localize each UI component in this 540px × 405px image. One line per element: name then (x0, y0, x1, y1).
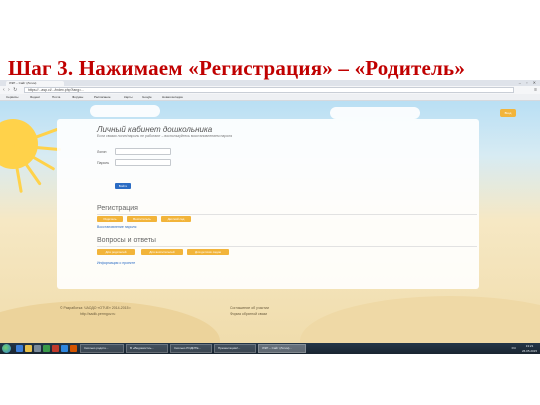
browser-menu-icon[interactable]: ≡ (534, 87, 537, 93)
login-input[interactable] (115, 148, 171, 155)
bookmark-item[interactable]: Сервисы (6, 94, 18, 100)
cloud-decoration (330, 107, 420, 119)
bookmark-item[interactable]: Почта (52, 94, 60, 100)
language-indicator[interactable]: RU (512, 345, 516, 352)
screenshot: ЛЭП – Сайт (Логин) – ▫ ✕ ‹ › ↻ https://.… (0, 80, 540, 354)
register-kindergarten-button[interactable]: Детский сад (161, 216, 191, 222)
registration-heading: Регистрация (97, 205, 138, 212)
divider (97, 214, 477, 215)
register-teacher-button[interactable]: Воспитатель (127, 216, 157, 222)
login-button[interactable]: Вход (500, 109, 516, 117)
web-page: Вход Личный кабинет дошкольника Если свя… (0, 101, 540, 349)
ie-icon[interactable] (16, 345, 23, 352)
login-card: Личный кабинет дошкольника Если связки л… (57, 119, 479, 289)
footer-copyright: © Разработка: ЧАОДО «ОТЧЕ» 2014-2015 г. (60, 306, 132, 310)
taskbar-window-button[interactable]: Презентация2... (214, 344, 256, 353)
faq-kindergartens-button[interactable]: Для детских садов (187, 249, 229, 255)
qa-heading: Вопросы и ответы (97, 237, 156, 244)
clock-date: 26.05.2015 (521, 348, 537, 353)
footer-agreement-link[interactable]: Соглашение об участии (230, 306, 269, 310)
slide-title: Шаг 3. Нажимаем «Регистрация» – «Родител… (8, 56, 466, 80)
start-button-icon[interactable] (2, 344, 11, 353)
password-label: Пароль (97, 161, 110, 165)
taskbar-window-button[interactable]: Сколько РОДИТЕ... (170, 344, 212, 353)
cloud-decoration (90, 105, 160, 117)
powerpoint-icon[interactable] (70, 345, 77, 352)
submit-button[interactable]: Войти (115, 183, 131, 189)
url-field[interactable]: https://...asp.cl/.../index.php?lang=... (24, 87, 514, 93)
login-label: Логин (97, 150, 107, 154)
bookmark-item[interactable]: Новая вкладка (162, 94, 183, 100)
app-icon[interactable] (52, 345, 59, 352)
taskbar: Сколько родите... В «Ведомости»... Сколь… (0, 343, 540, 354)
back-forward-reload-icons[interactable]: ‹ › ↻ (3, 87, 18, 93)
clock[interactable]: 13:21 26.05.2015 (522, 344, 537, 353)
window-controls[interactable]: – ▫ ✕ (519, 81, 538, 85)
password-input[interactable] (115, 159, 171, 166)
bookmark-item[interactable]: Карты (124, 94, 133, 100)
card-title: Личный кабинет дошкольника (97, 125, 213, 134)
dune-decoration (300, 296, 540, 349)
bookmarks-bar: Сервисы Яндекс Почта Форумы Расписание К… (0, 94, 540, 101)
faq-parents-button[interactable]: Для родителей (97, 249, 135, 255)
taskbar-window-button-active[interactable]: ЛЭП – Сайт (Логин)... (258, 344, 306, 353)
bookmark-item[interactable]: Расписание (94, 94, 111, 100)
footer-feedback-link[interactable]: Форма обратной связи (230, 312, 267, 316)
restore-password-link[interactable]: Восстановление пароля (97, 225, 136, 229)
card-subtitle: Если связки логин/пароль не работают – в… (97, 134, 233, 138)
word-icon[interactable] (61, 345, 68, 352)
bookmark-item[interactable]: Яндекс (30, 94, 40, 100)
divider (97, 246, 477, 247)
media-icon[interactable] (34, 345, 41, 352)
footer-site-link[interactable]: http://sadik.permgov.ru (80, 312, 115, 316)
folder-icon[interactable] (25, 345, 32, 352)
taskbar-window-button[interactable]: В «Ведомости»... (126, 344, 168, 353)
taskbar-window-button[interactable]: Сколько родите... (80, 344, 124, 353)
bookmark-item[interactable]: Google (142, 94, 152, 100)
bookmark-item[interactable]: Форумы (72, 94, 83, 100)
app-icon[interactable] (43, 345, 50, 352)
project-info-link[interactable]: Информация о проекте (97, 261, 135, 265)
register-parent-button[interactable]: Родитель (97, 216, 123, 222)
faq-teachers-button[interactable]: Для воспитателей (141, 249, 183, 255)
